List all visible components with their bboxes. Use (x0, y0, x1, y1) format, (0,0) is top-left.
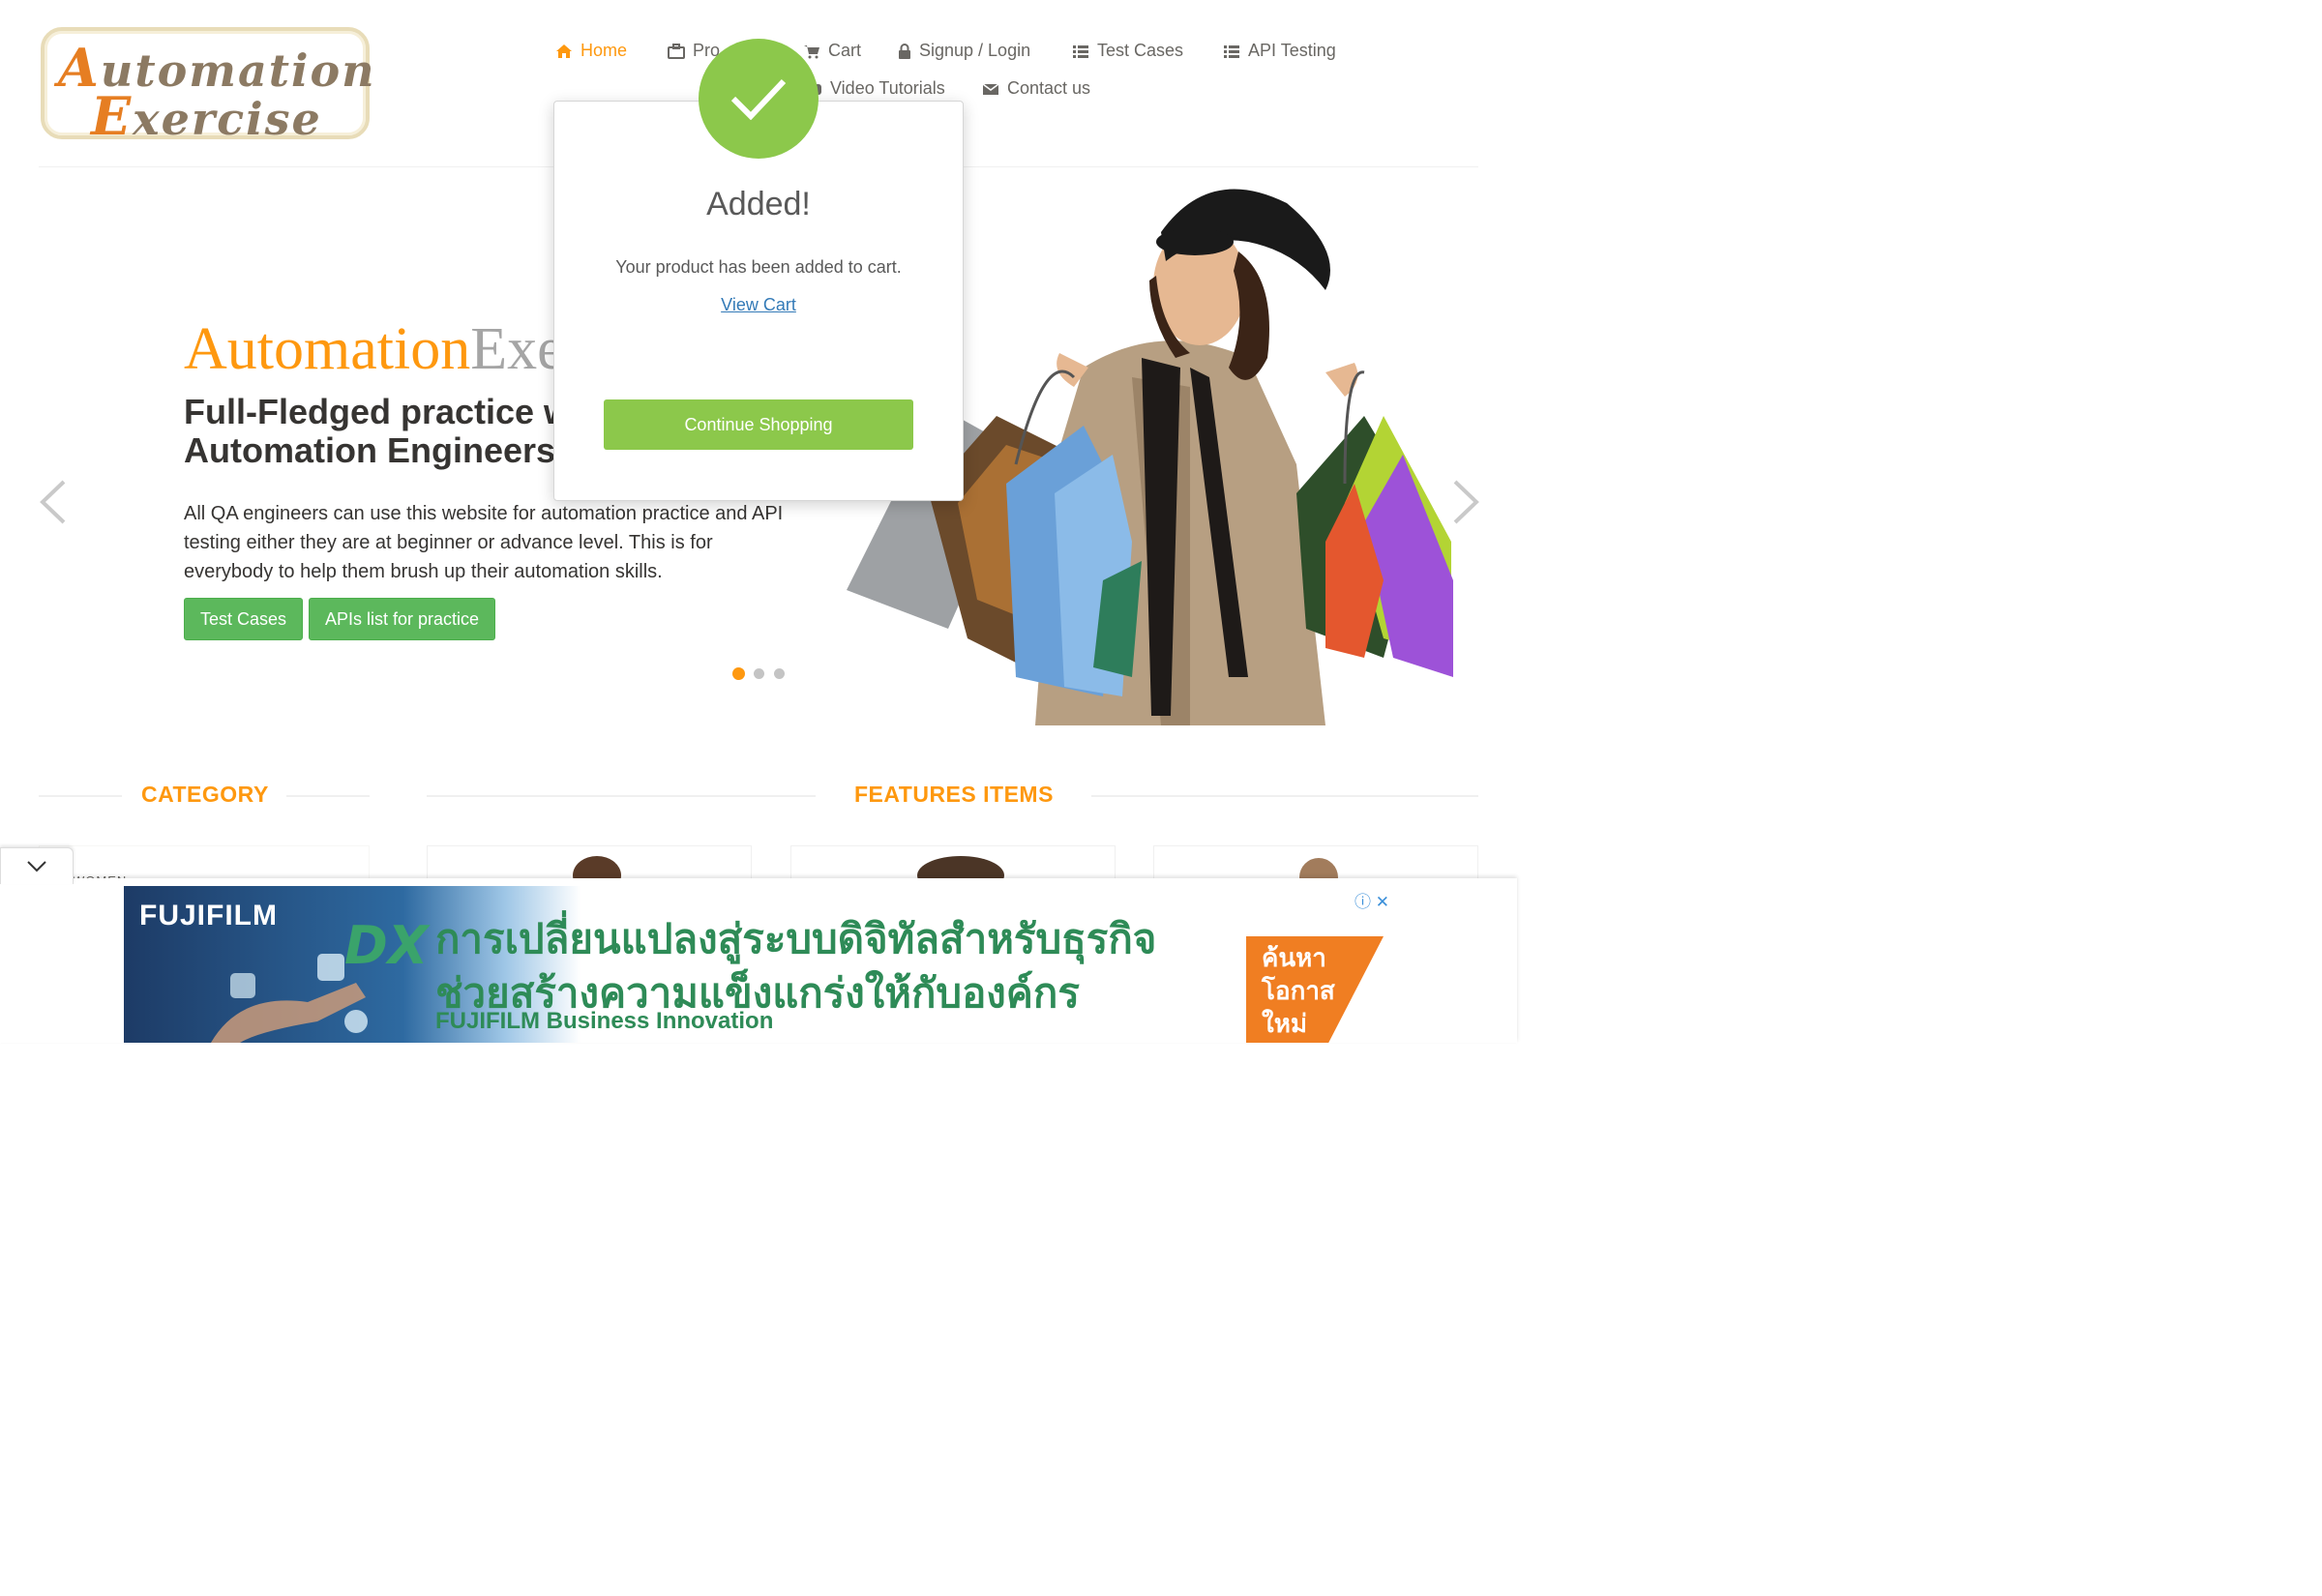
hero-brand: AutomationExe (184, 316, 564, 382)
success-check-icon (699, 39, 819, 159)
ad-subline: FUJIFILM Business Innovation (435, 1008, 774, 1034)
envelope-icon (982, 82, 999, 95)
lock-icon (899, 43, 910, 59)
slider-next-icon[interactable] (1451, 480, 1480, 524)
cart-icon (804, 44, 819, 58)
nav-contact-us[interactable]: Contact us (982, 78, 1090, 99)
slider-dot-2[interactable] (754, 668, 764, 679)
category-rule-right (286, 795, 370, 797)
nav-api-testing-label: API Testing (1248, 41, 1336, 60)
site-logo[interactable]: Automation Exercise (41, 27, 374, 147)
nav-home[interactable]: Home (555, 41, 627, 61)
slider-prev-icon[interactable] (39, 480, 68, 524)
list-icon (1073, 44, 1088, 58)
nav-signup-login[interactable]: Signup / Login (898, 41, 1030, 61)
home-icon (556, 44, 572, 58)
features-rule-right (1091, 795, 1478, 797)
chevron-down-icon (27, 861, 46, 872)
category-title: CATEGORY (141, 782, 269, 807)
ad-close-icon[interactable]: ⓘ ✕ (1354, 888, 1389, 912)
nav-home-label: Home (580, 41, 628, 60)
list-icon (1224, 44, 1239, 58)
ad-dx-mark: DX (344, 915, 429, 976)
test-cases-button[interactable]: Test Cases (184, 598, 304, 640)
nav-products[interactable]: Pro (668, 41, 720, 61)
ad-collapse-toggle[interactable] (0, 847, 74, 884)
nav-cart-label: Cart (828, 41, 862, 60)
view-cart-link[interactable]: View Cart (721, 295, 796, 314)
continue-shopping-button[interactable]: Continue Shopping (604, 399, 913, 450)
nav-video-label: Video Tutorials (830, 78, 945, 98)
nav-contact-label: Contact us (1007, 78, 1091, 98)
modal-title: Added! (706, 186, 811, 222)
ad-banner[interactable]: FUJIFILM DX การเปลี่ยนแปลงสู่ระบบดิจิทัล… (124, 886, 1393, 1043)
modal-message: Your product has been added to cart. (615, 257, 902, 277)
features-rule-left (427, 795, 816, 797)
nav-test-cases[interactable]: Test Cases (1072, 41, 1183, 61)
ad-cta-button[interactable]: ค้นหา โอกาส ใหม่ (1246, 936, 1384, 1043)
slider-dot-1[interactable] (732, 667, 745, 680)
nav-test-cases-label: Test Cases (1097, 41, 1184, 60)
nav-cart[interactable]: Cart (803, 41, 861, 61)
briefcase-icon (668, 43, 685, 59)
nav-signup-label: Signup / Login (919, 41, 1031, 60)
nav-video-tutorials[interactable]: Video Tutorials (805, 78, 945, 99)
ad-brand: FUJIFILM (139, 900, 278, 931)
nav-api-testing[interactable]: API Testing (1223, 41, 1336, 61)
category-rule-left (39, 795, 122, 797)
ad-cta-label: ค้นหา โอกาส ใหม่ (1262, 944, 1335, 1039)
hero-description: All QA engineers can use this website fo… (184, 503, 784, 582)
apis-list-button[interactable]: APIs list for practice (309, 598, 496, 640)
features-title: FEATURES ITEMS (854, 782, 1054, 807)
slider-dot-3[interactable] (774, 668, 785, 679)
logo-line2: Exercise (91, 85, 322, 147)
